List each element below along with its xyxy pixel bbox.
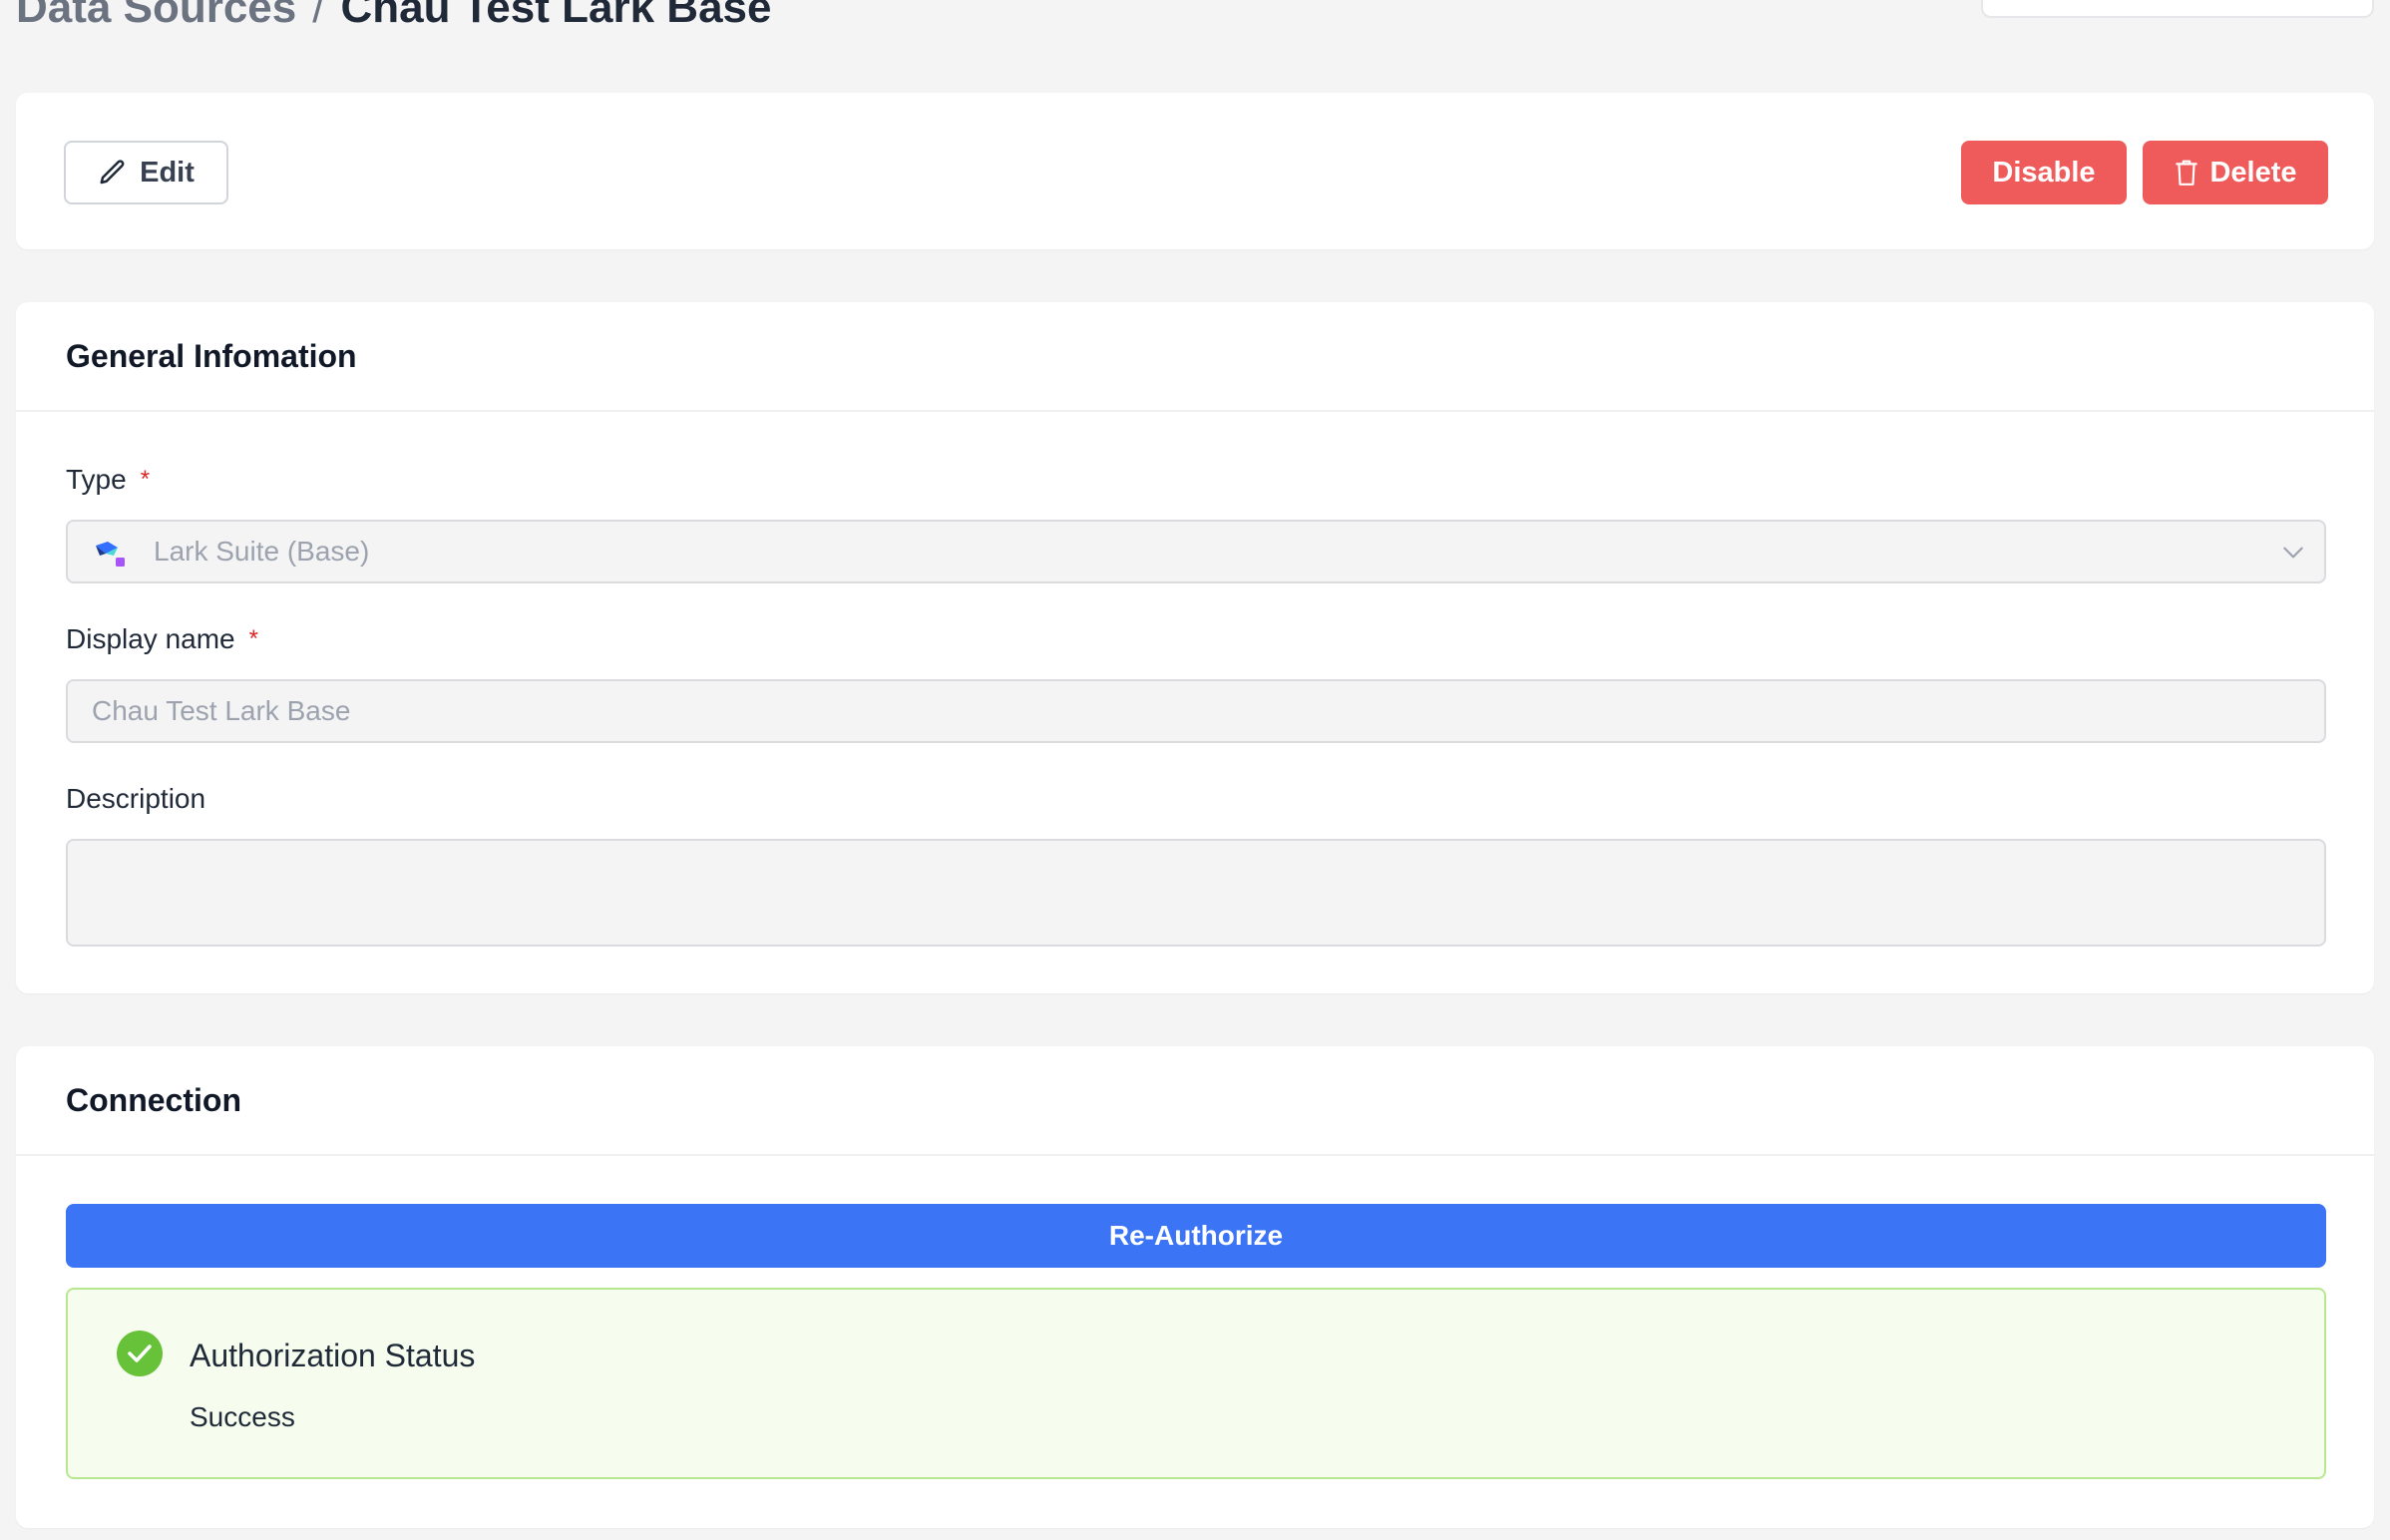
- trash-icon: [2174, 159, 2199, 187]
- delete-button[interactable]: Delete: [2143, 141, 2328, 204]
- page-title: Chau Test Lark Base: [340, 0, 772, 32]
- re-authorize-button[interactable]: Re-Authorize: [66, 1204, 2326, 1268]
- display-name-label-text: Display name: [66, 623, 235, 654]
- connection-title: Connection: [16, 1046, 2374, 1156]
- type-select[interactable]: Lark Suite (Base): [66, 520, 2326, 583]
- general-information-title: General Infomation: [16, 302, 2374, 412]
- authorization-status-alert: Authorization Status Success: [66, 1288, 2326, 1479]
- breadcrumb-data-sources-link[interactable]: Data Sources: [16, 0, 296, 33]
- delete-button-label: Delete: [2209, 156, 2297, 189]
- actions-card: Edit Disable Delete: [16, 93, 2374, 249]
- type-label-text: Type: [66, 464, 127, 495]
- disable-button[interactable]: Disable: [1961, 141, 2127, 204]
- display-name-label: Display name *: [66, 623, 258, 655]
- pencil-icon: [98, 158, 128, 188]
- general-information-card: General Infomation Type * Lark Suite (Ba…: [16, 302, 2374, 993]
- type-select-value: Lark Suite (Base): [154, 536, 370, 567]
- lark-base-logo-icon: [92, 534, 128, 570]
- connection-card: Connection Re-Authorize Authorization St…: [16, 1046, 2374, 1528]
- authorization-status-value: Success: [190, 1401, 295, 1432]
- description-textarea[interactable]: [66, 839, 2326, 947]
- breadcrumb-separator: /: [312, 0, 325, 32]
- header-control[interactable]: [1981, 0, 2374, 18]
- edit-button[interactable]: Edit: [64, 141, 228, 204]
- required-marker: *: [140, 466, 151, 493]
- description-label-text: Description: [66, 783, 206, 814]
- authorization-status-title: Authorization Status: [190, 1338, 476, 1373]
- breadcrumb: Data Sources / Chau Test Lark Base: [16, 0, 771, 38]
- description-label: Description: [66, 783, 205, 815]
- chevron-down-icon: [2280, 540, 2306, 566]
- edit-button-label: Edit: [140, 156, 195, 189]
- check-circle-icon: [116, 1330, 164, 1377]
- display-name-input[interactable]: Chau Test Lark Base: [66, 679, 2326, 743]
- data-source-detail-page: Data Sources / Chau Test Lark Base Edit …: [0, 0, 2390, 1540]
- type-label: Type *: [66, 464, 150, 496]
- required-marker: *: [248, 625, 258, 652]
